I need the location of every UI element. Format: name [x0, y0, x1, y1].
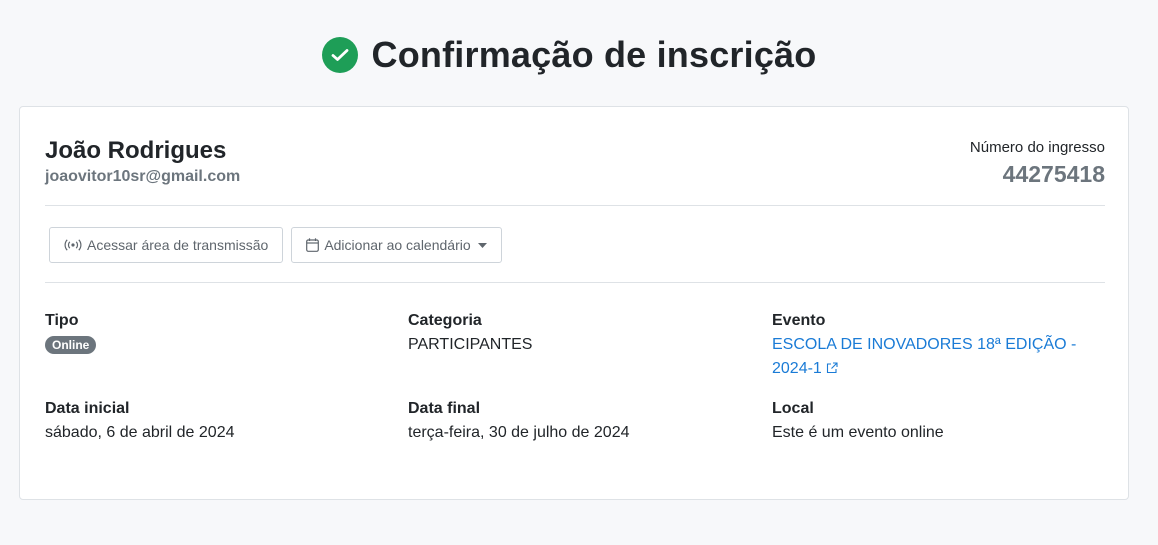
detail-tipo: Tipo Online: [45, 311, 385, 354]
detail-data-final: Data final terça-feira, 30 de julho de 2…: [408, 399, 748, 445]
event-link[interactable]: ESCOLA DE INOVADORES 18ª EDIÇÃO - 2024-1: [772, 333, 1102, 382]
status-badge: Online: [45, 336, 97, 354]
detail-value: Este é um evento online: [772, 424, 944, 441]
page-header: Confirmação de inscrição: [0, 30, 1158, 80]
user-email: joaovitor10sr@gmail.com: [45, 168, 241, 185]
ticket-info: Número do ingresso 44275418: [970, 137, 1105, 188]
registration-card: João Rodrigues joaovitor10sr@gmail.com N…: [19, 106, 1129, 500]
ticket-label: Número do ingresso: [969, 139, 1105, 156]
broadcast-icon: [64, 239, 82, 251]
check-circle-icon: [321, 37, 358, 73]
detail-label: Data final: [408, 400, 481, 417]
detail-value: PARTICIPANTES: [408, 336, 533, 353]
user-name: João Rodrigues: [45, 137, 227, 164]
divider: [45, 282, 1105, 283]
detail-label: Tipo: [45, 312, 79, 329]
user-info: João Rodrigues joaovitor10sr@gmail.com: [45, 137, 240, 187]
detail-label: Local: [772, 400, 814, 417]
detail-data-inicial: Data inicial sábado, 6 de abril de 2024: [45, 399, 385, 445]
calendar-icon: [306, 238, 320, 252]
event-link-text: ESCOLA DE INOVADORES 18ª EDIÇÃO - 2024-1: [772, 336, 1077, 377]
detail-evento: Evento ESCOLA DE INOVADORES 18ª EDIÇÃO -…: [772, 311, 1112, 382]
chevron-down-icon: [477, 242, 487, 248]
divider: [45, 205, 1105, 206]
action-bar: Acessar área de transmissão Adicionar ao…: [49, 227, 502, 263]
stream-area-label: Acessar área de transmissão: [87, 237, 269, 253]
detail-value: sábado, 6 de abril de 2024: [45, 424, 235, 441]
page-title: Confirmação de inscrição: [371, 34, 817, 75]
ticket-number: 44275418: [1002, 161, 1105, 187]
stream-area-button[interactable]: Acessar área de transmissão: [49, 227, 284, 263]
detail-label: Categoria: [408, 312, 482, 329]
add-to-calendar-button[interactable]: Adicionar ao calendário: [291, 227, 502, 263]
detail-label: Evento: [772, 312, 826, 329]
external-link-icon: [826, 358, 838, 382]
detail-categoria: Categoria PARTICIPANTES: [408, 311, 748, 357]
detail-label: Data inicial: [45, 400, 130, 417]
detail-value: terça-feira, 30 de julho de 2024: [408, 424, 630, 441]
add-to-calendar-label: Adicionar ao calendário: [324, 237, 471, 253]
detail-local: Local Este é um evento online: [772, 399, 1112, 445]
